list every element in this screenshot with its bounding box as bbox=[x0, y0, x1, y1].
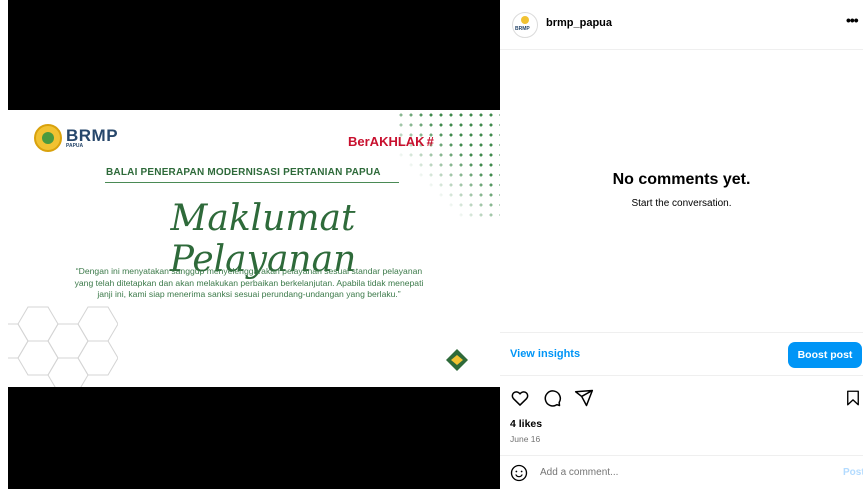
hexagon-pattern bbox=[8, 306, 118, 387]
comment-input[interactable] bbox=[540, 467, 800, 478]
post-media[interactable]: BRMP PAPUA BerAKHLAK # BALAI PENERAPAN MO… bbox=[8, 0, 500, 489]
berakhlak-logo: BerAKHLAK # bbox=[348, 134, 434, 149]
post-image: BRMP PAPUA BerAKHLAK # BALAI PENERAPAN MO… bbox=[8, 110, 500, 387]
heart-icon[interactable] bbox=[510, 388, 530, 408]
post-comment-button[interactable]: Post bbox=[843, 467, 863, 478]
seal-icon bbox=[34, 124, 62, 152]
comment-composer: Post bbox=[500, 455, 863, 489]
instagram-post-view: BRMP PAPUA BerAKHLAK # BALAI PENERAPAN MO… bbox=[0, 0, 863, 489]
comment-icon[interactable] bbox=[542, 388, 562, 408]
service-pledge-text: “Dengan ini menyatakan sanggup menyeleng… bbox=[74, 266, 424, 299]
hashtag-icon: # bbox=[426, 134, 434, 149]
office-heading: BALAI PENERAPAN MODERNISASI PERTANIAN PA… bbox=[106, 167, 381, 178]
brmp-logo: BRMP PAPUA bbox=[34, 124, 118, 152]
boost-post-button[interactable]: Boost post bbox=[788, 342, 862, 368]
emoji-icon[interactable] bbox=[510, 464, 528, 482]
share-icon[interactable] bbox=[574, 388, 594, 408]
post-header: BRMP brmp_papua ••• bbox=[500, 0, 863, 50]
view-insights-link[interactable]: View insights bbox=[510, 348, 580, 360]
berakhlak-text: BerAKHLAK bbox=[348, 134, 425, 149]
ministry-mark-icon bbox=[446, 349, 468, 371]
post-side-panel: BRMP brmp_papua ••• No comments yet. Sta… bbox=[500, 0, 863, 489]
avatar[interactable]: BRMP bbox=[512, 12, 538, 38]
bookmark-icon[interactable] bbox=[844, 388, 862, 408]
likes-count[interactable]: 4 likes bbox=[510, 418, 542, 430]
empty-comments-subtitle: Start the conversation. bbox=[631, 198, 732, 209]
heading-divider bbox=[105, 182, 399, 183]
empty-comments-title: No comments yet. bbox=[612, 171, 751, 188]
insights-bar: View insights Boost post bbox=[500, 332, 863, 376]
username-link[interactable]: brmp_papua bbox=[546, 17, 612, 29]
brand-name: BRMP bbox=[66, 126, 119, 145]
more-horizontal-icon[interactable]: ••• bbox=[846, 12, 859, 28]
action-bar bbox=[510, 388, 594, 408]
post-date: June 16 bbox=[510, 434, 541, 444]
